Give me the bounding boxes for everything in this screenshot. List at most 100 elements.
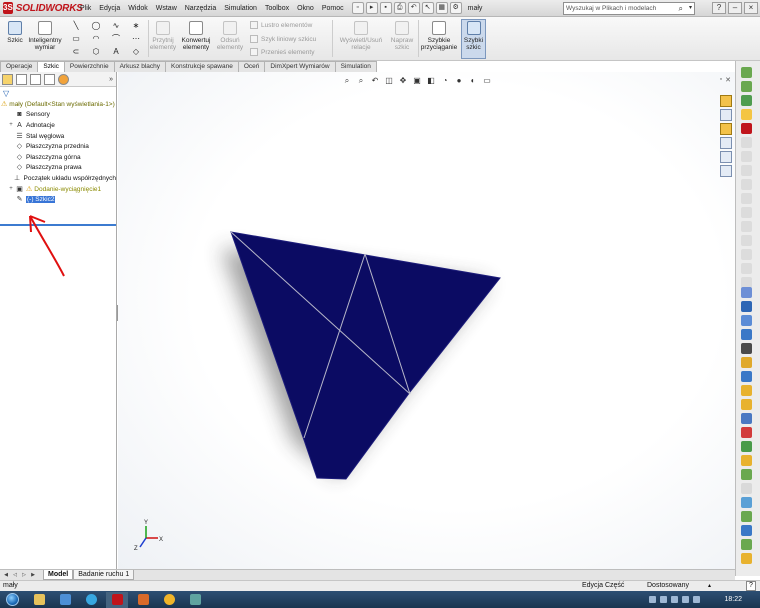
dim-tool-icon[interactable] [741, 165, 752, 176]
dim-tool-icon[interactable] [741, 193, 752, 204]
menu-tools[interactable]: Narzędzia [181, 0, 221, 17]
dim-tool-icon[interactable] [741, 263, 752, 274]
tab-model[interactable]: Model [43, 570, 74, 580]
taskbar-app-solidworks[interactable] [106, 591, 128, 608]
volume-icon[interactable] [682, 596, 690, 603]
close-icon[interactable]: × [744, 2, 758, 14]
configuration-manager-icon[interactable] [30, 73, 41, 85]
view-palette-icon[interactable] [720, 137, 732, 149]
tab-surfaces[interactable]: Powierzchnie [63, 61, 115, 72]
tab-sheet-metal[interactable]: Arkusz blachy [113, 61, 167, 72]
warning-tool-icon[interactable] [741, 455, 752, 466]
sum-icon[interactable] [741, 413, 752, 424]
tray-icon[interactable] [660, 596, 668, 603]
rebuild-icon[interactable]: ▦ [435, 2, 448, 14]
tree-root[interactable]: ⚠ mały (Default<Stan wyświetlania-1>) [1, 99, 116, 110]
tree-item-front-plane[interactable]: ◇ Płaszczyzna przednia [1, 141, 116, 152]
open-folder-icon[interactable]: ▸ [365, 2, 378, 14]
tree-item-top-plane[interactable]: ◇ Płaszczyzna górna [1, 152, 116, 163]
undo-icon[interactable]: ↶ [407, 2, 420, 14]
area-hatch-icon[interactable] [741, 539, 752, 550]
taskbar-app-media[interactable] [54, 592, 76, 608]
new-document-icon[interactable]: ▫ [351, 2, 364, 14]
spell-check-icon[interactable] [741, 287, 752, 298]
dim-tool-icon[interactable] [741, 137, 752, 148]
repair-sketch-button[interactable]: Napraw szkic [388, 21, 416, 51]
taskbar-app-skype[interactable] [80, 592, 102, 608]
polygon-icon[interactable]: ⬡ [86, 45, 106, 58]
hole-table-icon[interactable] [741, 329, 752, 340]
tree-item-sensors[interactable]: ◙ Sensory [1, 110, 116, 121]
filter-icon[interactable]: ▽ [0, 87, 116, 99]
circle-icon[interactable]: ◯ [86, 19, 106, 32]
custom-properties-icon[interactable] [720, 165, 732, 177]
clock[interactable]: 18:22 [724, 596, 742, 603]
sketch-button[interactable]: Szkic [4, 21, 26, 44]
datum-icon[interactable] [741, 385, 752, 396]
dim-tool-icon[interactable] [741, 249, 752, 260]
convert-entities-button[interactable]: Konwertuj elementy [179, 21, 213, 51]
print-icon[interactable]: ⎙ [393, 2, 406, 14]
move-entities-button[interactable]: Przenieś elementy [250, 48, 314, 56]
tab-evaluate[interactable]: Oceń [237, 61, 266, 72]
slot-icon[interactable]: ⊂ [66, 45, 86, 58]
options-icon[interactable]: ⚙ [449, 2, 462, 14]
sketch-arc-tool-icon[interactable] [741, 81, 752, 92]
menu-help[interactable]: Pomoc [318, 0, 348, 17]
rapid-sketch-button[interactable]: Szybki szkic [461, 21, 486, 51]
line-icon[interactable]: ╲ [66, 19, 86, 32]
quick-snaps-button[interactable]: Szybkie przyciąganie [419, 21, 459, 51]
status-help-icon[interactable]: ? [746, 581, 756, 591]
geometric-tolerance-icon[interactable] [741, 399, 752, 410]
center-mark-icon[interactable] [741, 497, 752, 508]
file-explorer-icon[interactable] [720, 123, 732, 135]
tab-sketch[interactable]: Szkic [37, 61, 65, 72]
trim-entities-button[interactable]: Przytnij elementy [148, 21, 178, 51]
arc-icon[interactable]: ◠ [86, 32, 106, 45]
sketch-line-tool-icon[interactable] [741, 67, 752, 78]
solidworks-logo[interactable]: 3S SOLIDWORKS [0, 0, 83, 17]
menu-edit[interactable]: Edycja [95, 0, 124, 17]
start-button[interactable] [0, 592, 24, 608]
property-manager-icon[interactable] [16, 73, 27, 85]
search-icon[interactable]: ⌕ [679, 4, 683, 14]
spline-icon[interactable]: ∿ [106, 19, 126, 32]
dim-tool-icon[interactable] [741, 179, 752, 190]
point-icon[interactable]: ∗ [126, 19, 146, 32]
cosmetic-thread-icon[interactable] [741, 483, 752, 494]
last-tab-icon[interactable]: ▶ [29, 571, 37, 579]
taskbar-app-explorer[interactable] [28, 592, 50, 608]
appearances-icon[interactable] [720, 151, 732, 163]
dim-tool-icon[interactable] [741, 151, 752, 162]
tree-expand[interactable]: + [7, 186, 15, 192]
dimxpert-manager-icon[interactable] [44, 73, 55, 85]
relations-tool-icon[interactable] [741, 123, 752, 134]
plane-icon[interactable]: ◇ [126, 45, 146, 58]
menu-view[interactable]: Widok [124, 0, 151, 17]
tab-motion-study[interactable]: Badanie ruchu 1 [73, 570, 135, 580]
taskbar-app-network[interactable] [184, 592, 206, 608]
taskbar-app-sun[interactable] [158, 592, 180, 608]
dim-tool-icon[interactable] [741, 221, 752, 232]
status-units[interactable]: Dostosowany [647, 581, 689, 591]
menu-file[interactable]: Plik [76, 0, 95, 17]
smart-dimension-button[interactable]: Inteligentny wymiar [26, 21, 64, 51]
sketch-point-tool-icon[interactable] [741, 95, 752, 106]
tree-item-annotations[interactable]: + A Adnotacje [1, 120, 116, 131]
tab-weldments[interactable]: Konstrukcje spawane [165, 61, 239, 72]
display-manager-icon[interactable] [58, 73, 69, 85]
tree-item-sketch2[interactable]: ✎ (-) Szkic2 [1, 194, 116, 205]
menu-simulation[interactable]: Simulation [220, 0, 261, 17]
first-tab-icon[interactable]: ◀ [2, 571, 10, 579]
revision-cloud-icon[interactable] [741, 525, 752, 536]
balloon-icon[interactable] [741, 371, 752, 382]
tree-item-origin[interactable]: ⊥ Początek układu współrzędnych [1, 173, 116, 184]
network-icon[interactable] [693, 596, 701, 603]
centerline-icon[interactable]: ⋯ [126, 32, 146, 45]
dim-tool-icon[interactable] [741, 235, 752, 246]
rectangle-icon[interactable]: ▭ [66, 32, 86, 45]
menu-insert[interactable]: Wstaw [152, 0, 181, 17]
dim-tool-icon[interactable] [741, 207, 752, 218]
tray-icon[interactable] [649, 596, 657, 603]
search-input[interactable]: Wyszukaj w Plikach i modelach [566, 5, 656, 12]
